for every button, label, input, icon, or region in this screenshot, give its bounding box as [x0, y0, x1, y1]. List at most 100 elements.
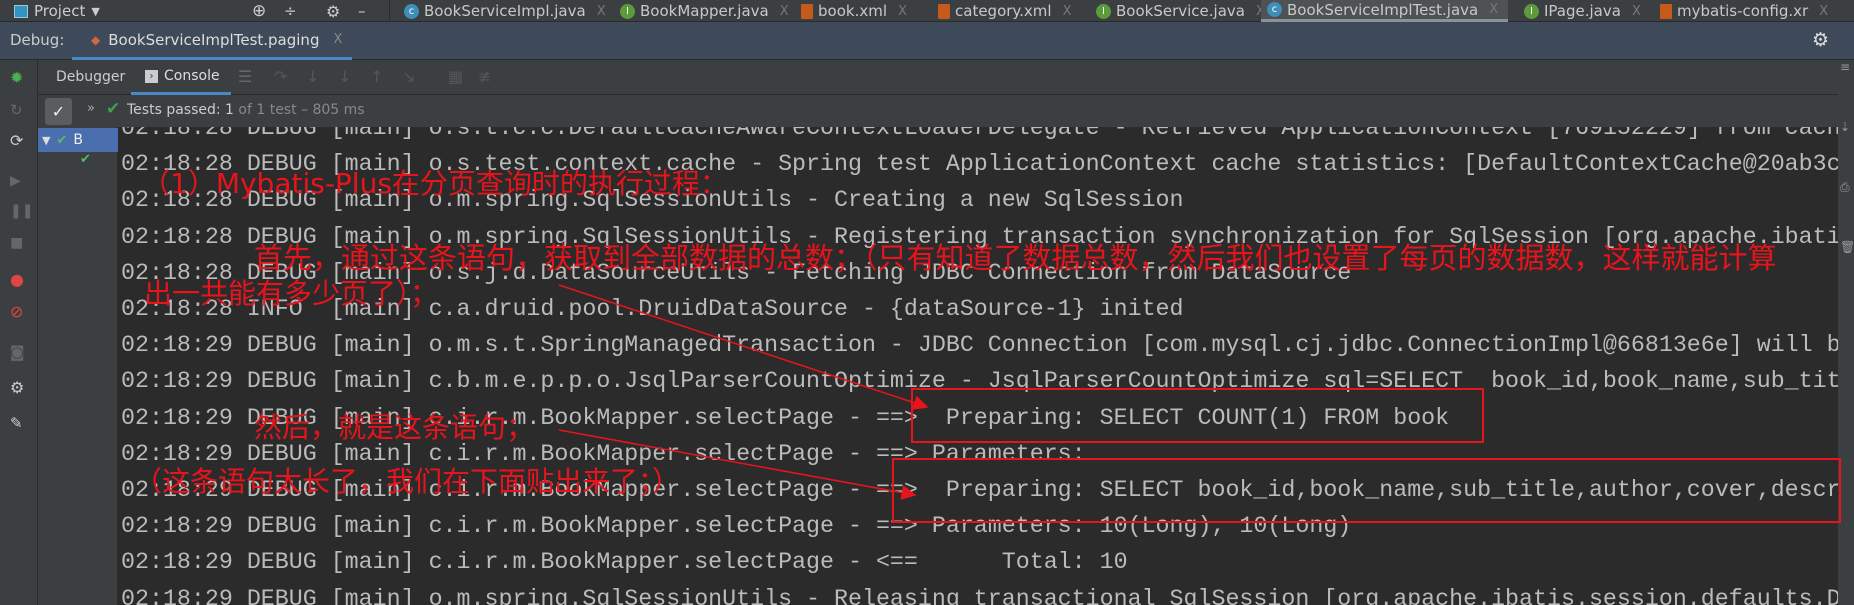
tab-label: mybatis-config.xr: [1677, 2, 1809, 20]
restart-icon[interactable]: ⟳: [10, 131, 28, 150]
tab-label: BookMapper.java: [640, 2, 769, 20]
tab-label: BookServiceImplTest.java: [1287, 0, 1479, 19]
run-config-icon: ◆: [91, 32, 101, 47]
debug-label: Debug:: [10, 31, 65, 49]
debug-session-tab[interactable]: ◆ BookServiceImplTest.paging X: [72, 22, 352, 60]
tab-debugger[interactable]: Debugger: [56, 69, 125, 85]
interface-icon: I: [1096, 3, 1111, 19]
annotation-first-line2: 出一共能有多少页了）；: [144, 277, 439, 310]
project-view-selector[interactable]: Project ▼ ⊕ ÷ ⚙ –: [0, 0, 390, 22]
test-tree-root-label: B: [73, 132, 83, 148]
xml-file-icon: [938, 3, 950, 19]
collapse-icon[interactable]: ÷: [284, 2, 297, 20]
hide-icon[interactable]: –: [358, 2, 366, 20]
bug-icon: ✹: [10, 68, 24, 87]
tab-console[interactable]: › Console: [131, 60, 231, 95]
gear-icon[interactable]: ⚙: [326, 2, 340, 21]
tab-bookservice[interactable]: IBookService.javaX: [1090, 0, 1271, 22]
project-label: Project: [34, 2, 86, 20]
annotation-first-line1: 首先，通过这条语句，获取到全部数据的总数；（只有知道了数据总数，然后我们也设置了…: [254, 241, 1777, 275]
test-tree-root[interactable]: ▼ ✔ B: [38, 128, 118, 152]
debug-toolbar: Debugger › Console ☰ ↷ ↓ ↓ ↑ ↘ ▦ ≢: [38, 60, 1854, 95]
settings-icon[interactable]: ⚙: [10, 378, 28, 397]
tab-label: BookService.java: [1116, 2, 1245, 20]
trace-icon[interactable]: ≢: [478, 67, 491, 86]
chevron-down-icon: ▼: [91, 4, 100, 18]
class-icon: c: [404, 3, 419, 19]
soft-wrap-icon[interactable]: ≡: [1840, 60, 1850, 74]
interface-icon: I: [1524, 3, 1539, 19]
scroll-end-icon[interactable]: ⇣: [1840, 120, 1850, 134]
close-icon[interactable]: X: [898, 4, 907, 19]
menu-icon[interactable]: ☰: [238, 67, 252, 86]
evaluate-icon[interactable]: ▦: [448, 67, 463, 86]
interface-icon: I: [620, 3, 635, 19]
check-icon: ✔: [56, 132, 68, 148]
print-icon[interactable]: ⎙: [1840, 180, 1850, 195]
settings-gear-icon[interactable]: ⚙: [1812, 29, 1829, 51]
run-to-cursor-icon[interactable]: ↘: [402, 67, 415, 86]
tab-label: IPage.java: [1544, 2, 1621, 20]
mute-breakpoints-icon[interactable]: ⊘: [10, 302, 28, 321]
pause-icon[interactable]: ❚❚: [10, 203, 33, 221]
rerun-failed-icon[interactable]: ↻: [10, 101, 28, 119]
session-tab-label: BookServiceImplTest.paging: [108, 30, 320, 49]
xml-file-icon: [1660, 3, 1672, 19]
tab-label: book.xml: [818, 2, 887, 20]
debug-tool-window-header: Debug: ◆ BookServiceImplTest.paging X ⚙: [0, 22, 1854, 60]
pin-icon[interactable]: ✎: [10, 414, 28, 432]
view-breakpoints-icon[interactable]: ●: [10, 270, 28, 289]
editor-tab-bar: Project ▼ ⊕ ÷ ⚙ – c BookServiceImpl.java X…: [0, 0, 1854, 22]
highlight-count-query: [911, 388, 1484, 443]
project-icon: [14, 4, 28, 18]
console-tab-label: Console: [164, 68, 220, 84]
xml-file-icon: [801, 3, 813, 19]
close-icon[interactable]: X: [333, 32, 342, 47]
show-passed-toggle[interactable]: ✓: [45, 98, 72, 125]
console-line: 02:18:29 DEBUG [main] c.i.r.m.BookMapper…: [121, 549, 1128, 576]
step-out-icon[interactable]: ↑: [370, 67, 383, 86]
tab-mybatis-config[interactable]: mybatis-config.xr X: [1654, 0, 1834, 22]
close-icon[interactable]: X: [1063, 4, 1072, 19]
stop-icon[interactable]: ■: [10, 235, 28, 253]
annotation-title: （1）Mybatis-Plus在分页查询时的执行过程：: [142, 167, 728, 200]
console-line: 02:18:28 DEBUG [main] o.s.t.c.c.DefaultC…: [121, 127, 1838, 141]
tab-bookserviceimpl[interactable]: c BookServiceImpl.java X: [398, 0, 612, 22]
annotation-note: （这条语句太长了，我们在下面贴出来了；）: [134, 465, 681, 498]
right-scrollbar[interactable]: ≡ ⇣ ⎙ 🗑: [1838, 60, 1854, 605]
tests-passed-label: Tests passed: 1: [127, 102, 234, 118]
close-icon[interactable]: X: [1489, 2, 1498, 17]
test-tree: ▼ ✔ B ✔: [38, 127, 118, 605]
tests-summary: Tests passed: 1 of 1 test – 805 ms: [127, 102, 365, 118]
tab-bookmapper[interactable]: I BookMapper.java X: [614, 0, 795, 22]
step-over-icon[interactable]: ↷: [274, 67, 287, 86]
tab-ipage[interactable]: I IPage.java X: [1518, 0, 1647, 22]
expand-arrow-icon[interactable]: ▼: [42, 134, 50, 147]
tab-category-xml[interactable]: category.xml X: [932, 0, 1077, 22]
check-icon: ✔: [80, 152, 91, 167]
tab-book-xml[interactable]: book.xml X: [795, 0, 913, 22]
tab-label: category.xml: [955, 2, 1052, 20]
locate-icon[interactable]: ⊕: [252, 1, 266, 21]
console-line: 02:18:29 DEBUG [main] o.m.spring.SqlSess…: [121, 585, 1838, 605]
close-icon[interactable]: X: [597, 4, 606, 19]
close-icon[interactable]: X: [1819, 4, 1828, 19]
console-icon: ›: [145, 69, 158, 83]
tests-detail: of 1 test – 805 ms: [233, 102, 365, 118]
camera-icon[interactable]: ◙: [10, 343, 28, 361]
expand-chevron-icon[interactable]: »: [87, 101, 95, 116]
test-status-bar: ✓ » ✔ Tests passed: 1 of 1 test – 805 ms: [38, 95, 1838, 127]
resume-icon[interactable]: ▶: [10, 173, 28, 191]
tab-bookserviceimpltest[interactable]: c BookServiceImplTest.java X: [1261, 0, 1508, 22]
force-step-into-icon[interactable]: ↓: [338, 67, 351, 86]
close-icon[interactable]: X: [1632, 4, 1641, 19]
console-line: 02:18:29 DEBUG [main] o.m.s.t.SpringMana…: [121, 332, 1838, 359]
annotation-then: 然后，就是这条语句；: [254, 411, 535, 444]
close-icon[interactable]: X: [780, 4, 789, 19]
debug-actions-sidebar: ✹ ↻ ⟳ ▶ ❚❚ ■ ● ⊘ ◙ ⚙ ✎: [0, 60, 38, 605]
tab-label: BookServiceImpl.java: [424, 2, 586, 20]
step-into-icon[interactable]: ↓: [306, 67, 319, 86]
trash-icon[interactable]: 🗑: [1840, 240, 1854, 254]
class-icon: c: [1267, 2, 1282, 17]
check-icon: ✔: [106, 99, 121, 119]
